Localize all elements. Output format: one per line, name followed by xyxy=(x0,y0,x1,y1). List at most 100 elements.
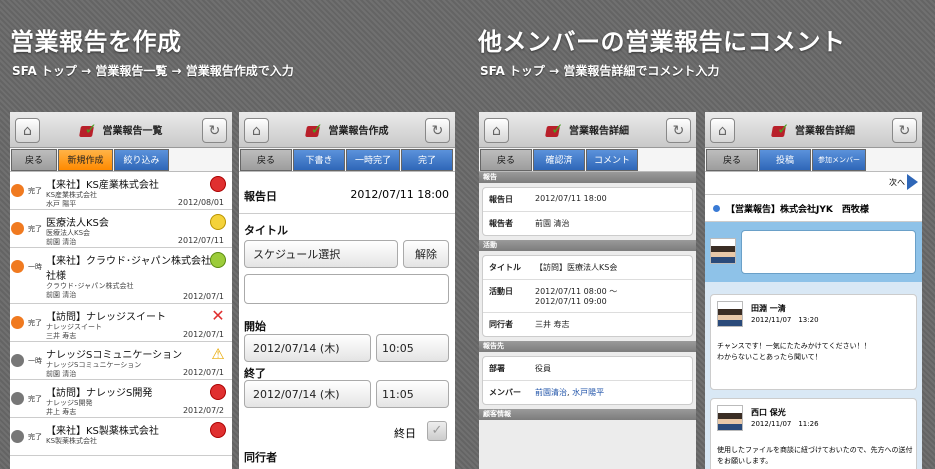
neutral-face-icon xyxy=(210,252,226,268)
item-date: 2012/07/11 xyxy=(177,236,224,245)
end-time-field[interactable]: 11:05 xyxy=(376,380,449,408)
post-button[interactable]: 投稿 xyxy=(759,148,811,171)
back-button[interactable]: 戻る xyxy=(706,148,758,171)
title-input[interactable] xyxy=(244,274,449,304)
item-date: 2012/07/1 xyxy=(182,292,224,301)
back-button[interactable]: 戻る xyxy=(240,148,292,171)
item-title: 【訪問】ナレッジS開発 xyxy=(46,388,153,399)
line: チャンスです！一気にたたみかけてください！！ xyxy=(717,342,871,350)
item-company: KS製薬株式会社 xyxy=(46,437,98,445)
stop-icon xyxy=(210,422,226,438)
home-icon[interactable]: ⌂ xyxy=(244,118,269,143)
refresh-icon[interactable]: ↻ xyxy=(202,118,227,143)
comment-card: 西口 保光 2012/11/07 11:26 使用したファイルを商談に紐づけてお… xyxy=(710,398,917,469)
app-logo-icon: ✓ xyxy=(771,120,790,138)
report-list-screen: ⌂ ✓ 営業報告一覧 ↻ 戻る 新規作成 絞り込み 完了 【来社】KS産業株式会社… xyxy=(10,112,232,469)
item-company: クラウド･ジャパン株式会社 xyxy=(46,282,134,290)
report-date-value: 2012/07/11 18:00 xyxy=(350,188,449,201)
item-title: ナレッジSコミュニケーション xyxy=(46,350,183,361)
schedule-select-button[interactable]: スケジュール選択 xyxy=(244,240,398,268)
k: 同行者 xyxy=(489,320,513,329)
comment-card: 田淵 一清 2012/11/07 13:20 チャンスです！一気にたたみかけてく… xyxy=(710,294,917,390)
start-date-field[interactable]: 2012/07/14 (木) xyxy=(244,334,371,362)
new-button[interactable]: 新規作成 xyxy=(58,148,113,171)
confirmed-button[interactable]: 確認済 xyxy=(533,148,585,171)
member-link[interactable]: 水戸陽平 xyxy=(572,388,604,397)
comment-text: チャンスです！一気にたたみかけてください！！ わからないことあったら聞いて！ xyxy=(717,341,871,363)
item-title: 【訪問】ナレッジスイート xyxy=(46,312,166,323)
item-title-cont: 社様 xyxy=(46,271,66,282)
v: 三井 寿志 xyxy=(535,320,570,329)
avatar xyxy=(717,405,743,431)
allday-checkbox[interactable]: ✓ xyxy=(427,421,447,441)
list-item[interactable]: 一時 ナレッジSコミュニケーション ナレッジSコミュニケーション 前園 清治 2… xyxy=(10,342,232,380)
list-item[interactable]: 完了 医療法人KS会 医療法人KS会 前園 清治 2012/07/11 xyxy=(10,210,232,248)
v: 役員 xyxy=(535,364,551,373)
start-time-field[interactable]: 10:05 xyxy=(376,334,449,362)
list-item[interactable]: 完了 【訪問】ナレッジスイート ナレッジスイート 三井 寿志 2012/07/1… xyxy=(10,304,232,342)
v: 【訪問】医療法人KS会 xyxy=(535,263,618,272)
left-heading: 営業報告を作成 xyxy=(10,28,182,56)
release-button[interactable]: 解除 xyxy=(403,240,449,268)
line: 使用したファイルを商談に紐づけておいたので、先方への送付 xyxy=(717,446,913,454)
bullet-icon xyxy=(713,204,720,212)
navbar: ⌂ ✓ 営業報告詳細 ↻ xyxy=(705,112,922,148)
navbar: ⌂ ✓ 営業報告詳細 ↻ xyxy=(479,112,696,148)
right-path: SFA トップ → 営業報告詳細でコメント入力 xyxy=(480,64,720,78)
home-icon[interactable]: ⌂ xyxy=(15,118,40,143)
comment-input[interactable] xyxy=(741,230,916,274)
status-label: 完了 xyxy=(28,433,42,441)
toolbar: 戻る 下書き 一時完了 完了 xyxy=(239,148,455,172)
k: メンバー xyxy=(489,388,521,397)
screen-title: 営業報告作成 xyxy=(328,126,389,137)
refresh-icon[interactable]: ↻ xyxy=(425,118,450,143)
k: タイトル xyxy=(489,263,521,272)
status-label: 一時 xyxy=(28,263,42,271)
home-icon[interactable]: ⌂ xyxy=(484,118,509,143)
end-date-field[interactable]: 2012/07/14 (木) xyxy=(244,380,371,408)
filter-button[interactable]: 絞り込み xyxy=(114,148,169,171)
avatar xyxy=(717,301,743,327)
draft-button[interactable]: 下書き xyxy=(293,148,345,171)
report-date-row: 報告日 2012/07/11 18:00 xyxy=(239,174,455,214)
refresh-icon[interactable]: ↻ xyxy=(892,118,917,143)
item-title: 医療法人KS会 xyxy=(46,218,109,229)
warning-icon: ⚠ xyxy=(211,345,225,363)
report-detail-screen: ⌂ ✓ 営業報告詳細 ↻ 戻る 確認済 コメント 報告 報告日 2012/07/11… xyxy=(479,112,696,469)
back-button[interactable]: 戻る xyxy=(11,148,57,171)
left-path: SFA トップ → 営業報告一覧 → 営業報告作成で入力 xyxy=(12,64,294,78)
report-create-screen: ⌂ ✓ 営業報告作成 ↻ 戻る 下書き 一時完了 完了 報告日 2012/07/1… xyxy=(239,112,455,469)
temp-complete-button[interactable]: 一時完了 xyxy=(346,148,400,171)
members-button[interactable]: 参加メンバー xyxy=(812,148,866,171)
recipients-card: 部署 役員 メンバー 前園清治, 水戸陽平 xyxy=(482,356,693,405)
status-dot-icon xyxy=(11,316,24,329)
next-link[interactable]: 次へ xyxy=(889,174,918,190)
screen-title: 営業報告詳細 xyxy=(795,126,855,137)
right-heading: 他メンバーの営業報告にコメント xyxy=(478,28,846,56)
k: 活動日 xyxy=(489,287,513,296)
next-arrow-icon xyxy=(907,174,918,190)
item-date: 2012/08/01 xyxy=(177,198,224,207)
list-item[interactable]: 完了 【来社】KS製薬株式会社 KS製薬株式会社 xyxy=(10,418,232,456)
comment-button[interactable]: コメント xyxy=(586,148,638,171)
v: 前園 清治 xyxy=(535,219,570,228)
item-date: 2012/07/1 xyxy=(182,330,224,339)
list-item[interactable]: 一時 【来社】クラウド･ジャパン株式会社 社様 クラウド･ジャパン株式会社 前園… xyxy=(10,248,232,304)
title-label: タイトル xyxy=(244,224,288,237)
line: をお願いします。 xyxy=(717,457,773,465)
list-item[interactable]: 完了 【訪問】ナレッジS開発 ナレッジS開発 井上 寿志 2012/07/2 xyxy=(10,380,232,418)
attendee-label: 同行者 xyxy=(244,451,277,464)
app-logo-icon: ✓ xyxy=(545,120,564,138)
end-label: 終了 xyxy=(244,367,266,380)
back-button[interactable]: 戻る xyxy=(480,148,532,171)
report-header-text: 【営業報告】株式会社JYK 西牧様 xyxy=(726,204,869,215)
member-link[interactable]: 前園清治 xyxy=(535,388,567,397)
stop-icon xyxy=(210,176,226,192)
home-icon[interactable]: ⌂ xyxy=(710,118,735,143)
complete-button[interactable]: 完了 xyxy=(401,148,453,171)
smile-icon xyxy=(210,214,226,230)
list-item[interactable]: 完了 【来社】KS産業株式会社 KS産業株式会社 水戸 陽平 2012/08/0… xyxy=(10,172,232,210)
stop-icon xyxy=(210,384,226,400)
refresh-icon[interactable]: ↻ xyxy=(666,118,691,143)
status-dot-icon xyxy=(11,430,24,443)
